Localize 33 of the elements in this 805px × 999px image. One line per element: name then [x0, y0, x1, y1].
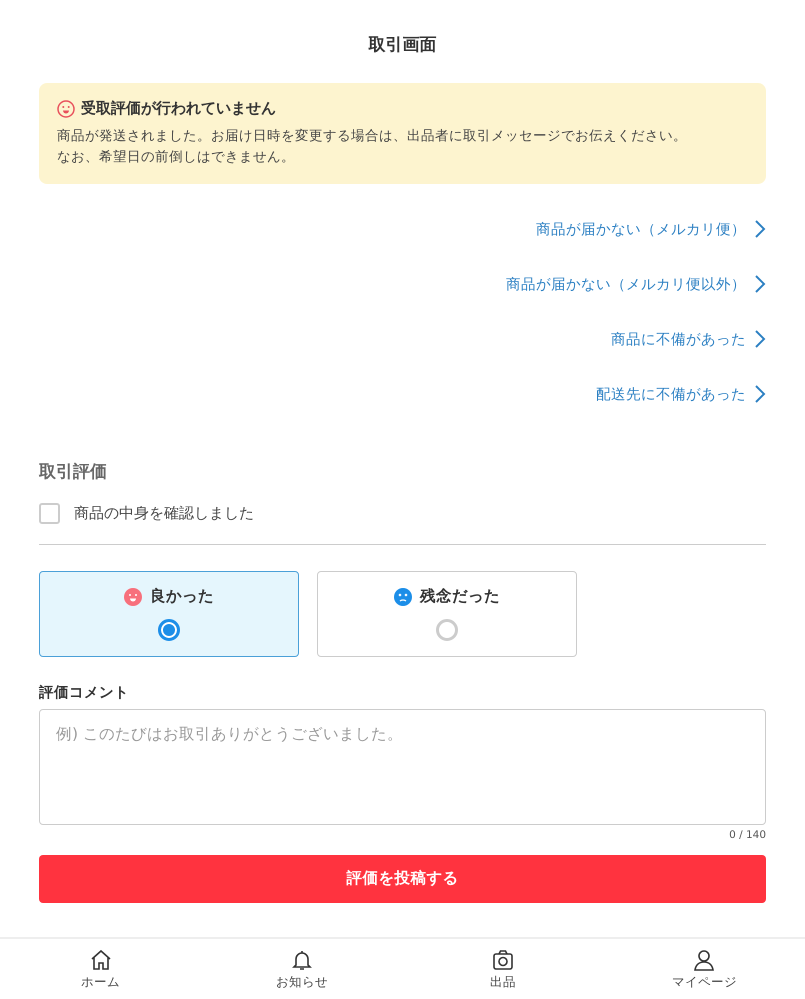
page-title: 取引画面	[367, 34, 438, 56]
tab-bar-item[interactable]: お知らせ	[201, 939, 402, 999]
help-link[interactable]: 商品が届かない（メルカリ便）	[39, 202, 766, 257]
chevron-right-icon	[754, 384, 766, 404]
notice-text: なお、希望日の前倒しはできません。	[57, 148, 296, 167]
tab-bar-item[interactable]: 出品	[402, 939, 604, 999]
help-link[interactable]: 配送先に不備があった	[39, 366, 766, 422]
tab-bar-item[interactable]: ホーム	[0, 939, 202, 999]
sad-face-icon	[394, 588, 412, 606]
submit-button[interactable]: 評価を投稿する	[39, 854, 766, 903]
rating-option[interactable]: 良かった	[39, 570, 299, 657]
section-heading: 取引評価	[39, 460, 108, 483]
comment-field[interactable]: 例) このたびはお取引ありがとうございました。	[39, 708, 766, 825]
chevron-right-icon	[754, 219, 766, 240]
help-link[interactable]: 商品が届かない（メルカリ便以外）	[39, 256, 766, 312]
person-icon	[692, 948, 716, 972]
camera-icon	[491, 948, 516, 972]
comment-label: 評価コメント	[39, 684, 130, 702]
notice-title: 受取評価が行われていません	[81, 99, 276, 118]
radio-button[interactable]	[158, 619, 180, 642]
checkbox[interactable]	[39, 502, 60, 524]
home-icon	[88, 948, 113, 972]
rating-option[interactable]: 残念だった	[317, 570, 577, 657]
character-counter: 0 / 140	[729, 828, 766, 841]
chevron-right-icon	[754, 274, 766, 294]
checkbox-label: 商品の中身を確認しました	[74, 504, 254, 523]
smile-face-icon	[124, 588, 142, 606]
notice-text: 商品が発送されました。お届け日時を変更する場合は、出品者に取引メッセージでお伝えください。	[57, 127, 688, 146]
chevron-right-icon	[754, 329, 766, 350]
smile-icon	[57, 100, 75, 118]
tab-bar-item[interactable]: マイページ	[604, 939, 805, 999]
radio-button[interactable]	[436, 619, 458, 642]
help-link[interactable]: 商品に不備があった	[39, 312, 766, 367]
